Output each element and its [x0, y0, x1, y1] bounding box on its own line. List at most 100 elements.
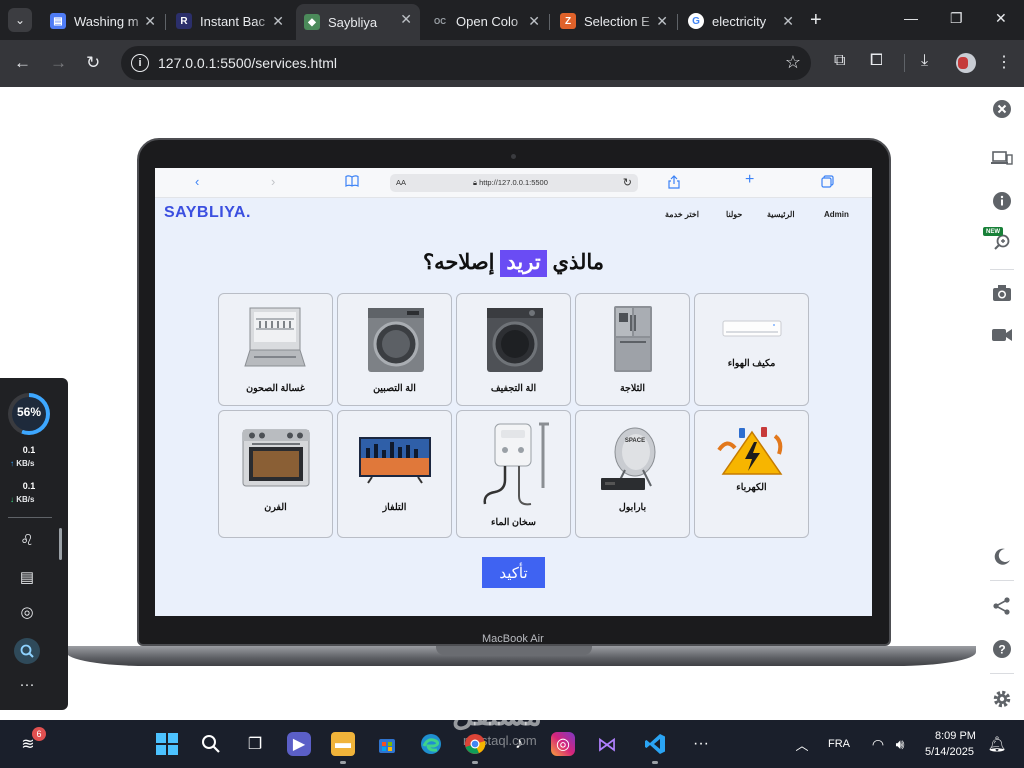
volume-button[interactable]: 🔊︎: [888, 732, 912, 756]
meet-button[interactable]: ▶: [287, 732, 311, 756]
vscode-button[interactable]: [643, 732, 667, 756]
widget-app-button[interactable]: ♌︎: [17, 530, 37, 550]
clock-time[interactable]: 8:09 PM: [935, 730, 976, 742]
close-icon[interactable]: ✕: [528, 13, 540, 30]
download-icon[interactable]: ⤓: [921, 52, 928, 70]
nav-admin[interactable]: Admin: [824, 210, 849, 219]
tiktok-button[interactable]: ♪: [507, 732, 531, 756]
back-button[interactable]: ←: [14, 54, 31, 72]
service-card-electricity[interactable]: الكهرباء: [694, 410, 809, 538]
tab-saybliya[interactable]: ◆ Saybliya ✕: [296, 4, 420, 40]
service-card-dryer[interactable]: الة التجفيف: [456, 293, 571, 406]
close-icon[interactable]: ✕: [782, 13, 794, 30]
close-panel-button[interactable]: [990, 97, 1014, 121]
tab-instant[interactable]: R Instant Bac ✕: [168, 6, 292, 36]
service-card-refrigerator[interactable]: الثلاجة: [575, 293, 690, 406]
screenshot-button[interactable]: [990, 281, 1014, 305]
inner-aa[interactable]: AA: [396, 178, 406, 187]
wifi-button[interactable]: ◠: [866, 732, 890, 756]
arrow-right-icon: →: [50, 53, 67, 72]
nav-home[interactable]: الرئيسية: [767, 210, 795, 219]
upload-unit: ↑ KB/s: [10, 459, 35, 468]
tab-washing[interactable]: ▤ Washing m ✕: [42, 6, 164, 36]
site-logo[interactable]: SAYBLIYA.: [164, 204, 251, 222]
store-button[interactable]: [375, 732, 399, 756]
device-toggle-button[interactable]: [990, 146, 1014, 170]
profile-avatar[interactable]: [956, 53, 976, 73]
inner-address-bar[interactable]: AA 🔒︎ http://127.0.0.1:5500 ↻: [390, 174, 638, 192]
water-heater-icon: [483, 422, 549, 506]
widget-scrollbar[interactable]: [59, 528, 62, 560]
start-button[interactable]: [155, 732, 179, 756]
extension-icon[interactable]: ⧉: [834, 52, 845, 70]
widget-search-button[interactable]: [14, 638, 40, 664]
task-view-button[interactable]: ❐: [243, 732, 267, 756]
more-dots-icon: ···: [693, 735, 709, 752]
close-icon[interactable]: ✕: [272, 13, 284, 30]
address-bar[interactable]: i 127.0.0.1:5500/services.html ☆: [121, 46, 811, 80]
inner-share-icon[interactable]: [668, 175, 680, 192]
visual-studio-button[interactable]: ⋈: [595, 732, 619, 756]
site-info-icon[interactable]: i: [131, 54, 149, 72]
minimize-button[interactable]: —: [904, 10, 918, 26]
tab-selection[interactable]: Z Selection E ✕: [552, 6, 676, 36]
oc-icon: OC: [434, 16, 446, 26]
service-card-tv[interactable]: التلفاز: [337, 410, 452, 538]
dark-mode-button[interactable]: [990, 545, 1014, 569]
show-hidden-icons-button[interactable]: ︿: [790, 732, 814, 756]
tab-search-button[interactable]: ⌄: [8, 8, 32, 32]
more-apps-button[interactable]: ···: [689, 732, 713, 756]
close-icon[interactable]: ✕: [656, 13, 668, 30]
search-taskbar-button[interactable]: [199, 732, 223, 756]
chrome-button[interactable]: [463, 732, 487, 756]
widget-notes-button[interactable]: ▤: [17, 567, 37, 587]
inner-forward-icon[interactable]: ›: [271, 175, 275, 189]
new-badge: NEW: [983, 227, 1003, 236]
instagram-button[interactable]: ◎: [551, 732, 575, 756]
service-card-air-conditioner[interactable]: مكيف الهواء: [694, 293, 809, 406]
restore-button[interactable]: ❐: [950, 10, 963, 27]
inner-book-icon[interactable]: [345, 175, 359, 190]
clock-date[interactable]: 5/14/2025: [925, 746, 974, 758]
lion-logo-icon: ♌︎: [20, 532, 34, 549]
browser-toolbar: ← → ↻ i 127.0.0.1:5500/services.html ☆ ⧉…: [0, 40, 1024, 87]
tab-open-color[interactable]: OC Open Colo ✕: [424, 6, 548, 36]
close-icon[interactable]: ✕: [144, 13, 156, 30]
nav-choose-service[interactable]: اختر خدمة: [665, 210, 699, 219]
windows-logo-icon: [156, 733, 178, 755]
inner-back-icon[interactable]: ‹: [195, 175, 199, 189]
settings-button[interactable]: [990, 687, 1014, 711]
minimize-icon: —: [904, 10, 918, 26]
inner-tabs-icon[interactable]: [821, 175, 834, 191]
service-card-dishwasher[interactable]: غسالة الصحون: [218, 293, 333, 406]
widget-more-button[interactable]: ···: [17, 674, 37, 694]
language-indicator[interactable]: FRA: [828, 738, 850, 750]
service-card-satellite[interactable]: SPACE بارابول: [575, 410, 690, 538]
notifications-button[interactable]: 🔔︎: [985, 732, 1009, 756]
more-menu-icon[interactable]: ⋮: [996, 52, 1012, 72]
inner-address-text: 🔒︎ http://127.0.0.1:5500: [473, 178, 548, 187]
info-button[interactable]: [990, 189, 1014, 213]
bookmark-star-icon[interactable]: ☆: [785, 52, 801, 73]
confirm-button[interactable]: تأكيد: [482, 557, 545, 588]
file-explorer-button[interactable]: ▬: [331, 732, 355, 756]
new-tab-button[interactable]: +: [810, 10, 822, 30]
puzzle-icon[interactable]: ⧠: [870, 52, 883, 70]
tab-divider: [677, 14, 678, 30]
close-window-button[interactable]: ✕: [995, 10, 1007, 27]
edge-taskbar-button[interactable]: [419, 732, 443, 756]
service-card-water-heater[interactable]: سخان الماء: [456, 410, 571, 538]
share-button[interactable]: [990, 594, 1014, 618]
help-button[interactable]: ?: [990, 637, 1014, 661]
inner-reload-icon[interactable]: ↻: [623, 176, 632, 189]
service-card-washing-machine[interactable]: الة التصبين: [337, 293, 452, 406]
nav-about[interactable]: حولنا: [726, 210, 742, 219]
inner-plus-icon[interactable]: +: [745, 172, 754, 188]
reload-button[interactable]: ↻: [86, 54, 100, 72]
tab-electricity[interactable]: G electricity ✕: [680, 6, 802, 36]
close-icon[interactable]: ✕: [400, 11, 412, 28]
forward-button[interactable]: →: [50, 54, 67, 72]
record-button[interactable]: [990, 323, 1014, 347]
service-card-oven[interactable]: الفرن: [218, 410, 333, 538]
widget-edge-button[interactable]: ◎: [17, 602, 37, 622]
